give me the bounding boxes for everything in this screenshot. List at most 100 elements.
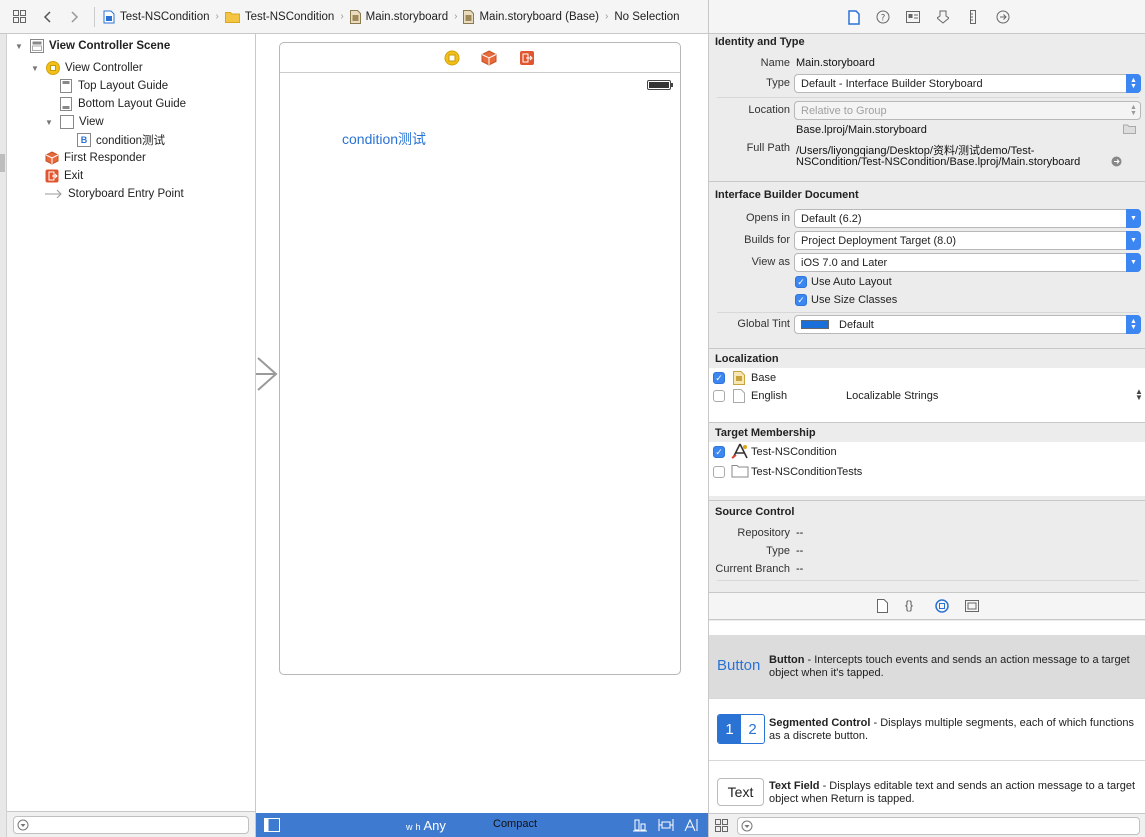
outline-top-layout-guide-row[interactable]: Top Layout Guide bbox=[59, 77, 168, 95]
disclosure-triangle-icon[interactable]: ▼ bbox=[15, 42, 25, 51]
layout-guide-icon bbox=[59, 97, 73, 111]
breadcrumb-storyboard[interactable]: Main.storyboard bbox=[349, 9, 448, 24]
breadcrumb-project[interactable]: Test-NSCondition bbox=[103, 10, 209, 24]
align-icon[interactable] bbox=[632, 818, 648, 832]
tests-target-checkbox[interactable] bbox=[713, 466, 725, 478]
app-target-icon bbox=[731, 443, 749, 462]
quick-help-icon[interactable]: ? bbox=[875, 9, 891, 25]
disclosure-triangle-icon[interactable]: ▼ bbox=[45, 118, 55, 127]
outline-button-row[interactable]: B condition测试 bbox=[77, 131, 165, 149]
current-branch-label: Current Branch bbox=[715, 563, 790, 575]
english-type[interactable]: Localizable Strings bbox=[846, 390, 938, 402]
outline-filter-input[interactable] bbox=[13, 816, 249, 834]
storyboard-canvas[interactable]: condition测试 bbox=[256, 34, 708, 813]
forward-arrow-icon[interactable] bbox=[66, 8, 84, 26]
location-label: Location bbox=[748, 104, 790, 116]
resolve-layout-icon[interactable] bbox=[684, 818, 700, 832]
source-type-label: Type bbox=[766, 545, 790, 557]
storyboard-entry-arrow-icon[interactable] bbox=[256, 356, 278, 395]
view-controller-scene[interactable]: condition测试 bbox=[279, 42, 681, 675]
pin-icon[interactable] bbox=[658, 818, 674, 832]
storyboard-file-icon bbox=[463, 9, 475, 24]
outline-first-responder-row[interactable]: First Responder bbox=[45, 149, 146, 167]
gutter-handle[interactable] bbox=[0, 154, 5, 172]
scene-icon bbox=[30, 39, 44, 53]
media-library-icon[interactable] bbox=[965, 600, 979, 615]
breadcrumb-selection[interactable]: No Selection bbox=[614, 11, 679, 23]
view-as-popup[interactable]: iOS 7.0 and Later ▼ bbox=[794, 253, 1141, 272]
storyboard-file-icon bbox=[349, 9, 361, 24]
size-classes-checkbox[interactable]: ✓ bbox=[795, 294, 807, 306]
outline-entry-point-row[interactable]: Storyboard Entry Point bbox=[45, 185, 184, 203]
divider bbox=[717, 580, 1139, 581]
popup-arrows-icon[interactable]: ▲ ▼ bbox=[1135, 388, 1143, 402]
jump-bar: Test-NSCondition › Test-NSCondition › Ma… bbox=[0, 0, 708, 34]
outline-view-controller-row[interactable]: ▼ View Controller bbox=[31, 59, 143, 77]
file-template-library-icon[interactable] bbox=[877, 599, 888, 616]
english-label: English bbox=[751, 390, 788, 402]
size-class-control[interactable]: w Compact h Any bbox=[406, 818, 537, 833]
button-description: Button - Intercepts touch events and sen… bbox=[769, 654, 1130, 679]
library-filter-input[interactable] bbox=[737, 817, 1140, 835]
type-label: Type bbox=[766, 77, 790, 89]
type-popup[interactable]: Default - Interface Builder Storyboard ▲… bbox=[794, 74, 1141, 93]
chevron-down-icon: ▼ bbox=[1126, 231, 1141, 250]
breadcrumb-folder[interactable]: Test-NSCondition bbox=[224, 11, 334, 23]
source-type-value: -- bbox=[796, 545, 804, 557]
filter-icon bbox=[741, 820, 753, 835]
breadcrumb-separator: › bbox=[454, 11, 458, 22]
text-field-description: Text Field - Displays editable text and … bbox=[769, 780, 1136, 805]
attributes-inspector-icon[interactable] bbox=[935, 9, 951, 25]
library-item-segmented-control[interactable]: 1 2 Segmented Control - Displays multipl… bbox=[709, 699, 1145, 761]
outline-view-row[interactable]: ▼ View bbox=[45, 113, 104, 131]
library-item-button[interactable]: Button Button - Intercepts touch events … bbox=[709, 635, 1145, 699]
left-gutter bbox=[0, 34, 7, 837]
battery-icon bbox=[647, 80, 673, 90]
auto-layout-checkbox[interactable]: ✓ bbox=[795, 276, 807, 288]
english-localization-checkbox[interactable] bbox=[713, 390, 725, 402]
current-branch-value: -- bbox=[796, 563, 804, 575]
source-control-header: Source Control bbox=[715, 506, 795, 518]
global-tint-popup[interactable]: Default ▲ ▼ bbox=[794, 315, 1141, 334]
library-tabs: {} bbox=[709, 592, 1145, 620]
outline-toggle-icon[interactable] bbox=[264, 818, 280, 832]
folder-icon[interactable] bbox=[1123, 124, 1136, 137]
builds-for-popup[interactable]: Project Deployment Target (8.0) ▼ bbox=[794, 231, 1141, 250]
object-library-icon[interactable] bbox=[935, 599, 949, 616]
related-items-icon[interactable] bbox=[10, 8, 28, 26]
app-target-checkbox[interactable]: ✓ bbox=[713, 446, 725, 458]
divider bbox=[709, 348, 1145, 349]
view-controller-dock-icon[interactable] bbox=[444, 50, 460, 66]
entry-arrow-icon bbox=[45, 187, 63, 201]
utilities-panel: ? Identity and Type Name Main.storyboard… bbox=[708, 0, 1145, 837]
location-popup[interactable]: Relative to Group ▲ ▼ bbox=[794, 101, 1141, 120]
size-inspector-icon[interactable] bbox=[965, 9, 981, 25]
reveal-arrow-icon[interactable] bbox=[1111, 156, 1122, 170]
base-localization-checkbox[interactable]: ✓ bbox=[713, 372, 725, 384]
segmented-description: Segmented Control - Displays multiple se… bbox=[769, 717, 1134, 742]
outline-exit-row[interactable]: Exit bbox=[45, 167, 83, 185]
exit-icon bbox=[45, 169, 59, 183]
file-inspector-icon[interactable] bbox=[846, 9, 862, 25]
outline-bottom-layout-guide-row[interactable]: Bottom Layout Guide bbox=[59, 95, 186, 113]
back-arrow-icon[interactable] bbox=[38, 8, 56, 26]
code-snippet-library-icon[interactable]: {} bbox=[905, 598, 913, 612]
condition-button[interactable]: condition测试 bbox=[342, 129, 426, 149]
outline-scene-row[interactable]: ▼ View Controller Scene bbox=[15, 37, 170, 55]
library-item-text-field[interactable]: Text Text Field - Displays editable text… bbox=[709, 761, 1145, 813]
breadcrumb-storyboard-base[interactable]: Main.storyboard (Base) bbox=[463, 9, 599, 24]
first-responder-dock-icon[interactable] bbox=[481, 50, 497, 66]
connections-inspector-icon[interactable] bbox=[995, 9, 1011, 25]
chevron-down-icon: ▼ bbox=[1126, 209, 1141, 228]
inspector-tabs: ? bbox=[709, 0, 1145, 34]
target-membership-header: Target Membership bbox=[715, 427, 816, 439]
breadcrumb-separator: › bbox=[215, 11, 219, 22]
grid-view-icon[interactable] bbox=[715, 819, 728, 835]
identity-inspector-icon[interactable] bbox=[905, 9, 921, 25]
folder-icon bbox=[224, 11, 240, 23]
location-path: Base.lproj/Main.storyboard bbox=[796, 124, 927, 136]
disclosure-triangle-icon[interactable]: ▼ bbox=[31, 64, 41, 73]
strings-file-icon bbox=[733, 389, 745, 406]
exit-dock-icon[interactable] bbox=[519, 50, 535, 66]
opens-in-popup[interactable]: Default (6.2) ▼ bbox=[794, 209, 1141, 228]
